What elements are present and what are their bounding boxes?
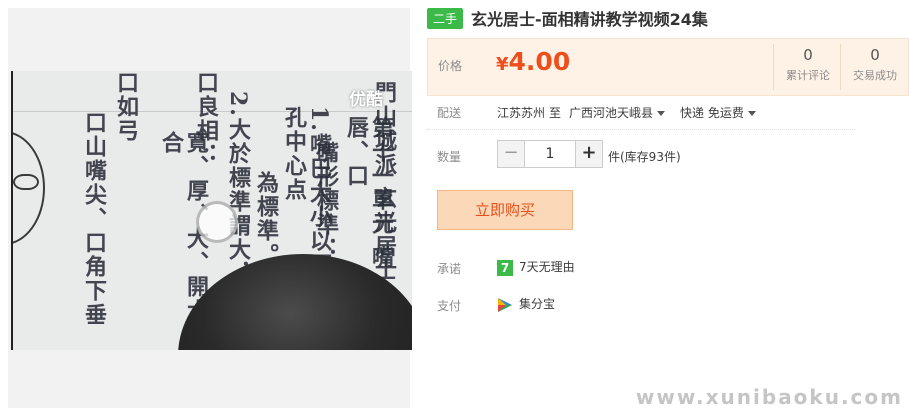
price-panel: 价格 ¥4.00 0 累计评论 0 交易成功 <box>427 38 909 96</box>
reviews-stat[interactable]: 0 累计评论 <box>773 44 842 90</box>
price-value: ¥4.00 <box>496 47 570 76</box>
deals-label: 交易成功 <box>853 69 897 82</box>
delivery-from: 江苏苏州 <box>497 106 546 120</box>
site-watermark: www.xunibaoku.com <box>635 385 903 409</box>
chevron-down-icon <box>657 111 666 116</box>
board-text: 口如弓 <box>113 71 139 143</box>
payment-text: 集分宝 <box>519 297 556 311</box>
seven-day-return-icon: 7 <box>497 259 513 276</box>
play-icon[interactable] <box>196 201 238 243</box>
delivery-to-word: 至 <box>549 106 562 120</box>
promise-item[interactable]: 7 7天无理由 <box>497 258 575 276</box>
eye-drawing <box>13 174 39 190</box>
jifenbao-icon <box>498 297 512 312</box>
shipping-method: 快递 免运费 <box>680 106 744 120</box>
stock-text: 件(库存93件) <box>608 150 681 164</box>
deals-stat: 0 交易成功 <box>840 44 909 90</box>
title-row: 二手 玄光居士-面相精讲教学视频24集 <box>427 7 708 29</box>
delivery-destination: 广西河池天峨县 <box>569 106 654 120</box>
delivery-destination-select[interactable]: 广西河池天峨县 <box>569 104 666 121</box>
reviews-count: 0 <box>803 46 813 64</box>
board-text: 2.大於標準謂大， <box>225 91 251 286</box>
shipping-method-select[interactable]: 快递 免运费 <box>680 104 756 121</box>
price-amount: 4.00 <box>508 47 571 76</box>
divider <box>427 129 855 130</box>
payment-label: 支付 <box>437 299 462 313</box>
delivery-label: 配送 <box>437 106 462 120</box>
quantity-input[interactable]: 1 <box>525 140 575 168</box>
product-gallery: 門山城派 玄光居士 第十一單元 嘴唇、口 嘴形標準： 1.嘴巴大小以兩眼瞳孔中心… <box>8 8 412 408</box>
price-label: 价格 <box>438 59 463 73</box>
quantity-stepper: − 1 + <box>497 140 603 168</box>
promise-label: 承诺 <box>437 262 462 276</box>
board-text: 口山嘴尖、口角下垂 <box>81 111 107 327</box>
product-title: 玄光居士-面相精讲教学视频24集 <box>471 10 708 29</box>
video-thumbnail[interactable]: 門山城派 玄光居士 第十一單元 嘴唇、口 嘴形標準： 1.嘴巴大小以兩眼瞳孔中心… <box>11 71 412 350</box>
increase-button[interactable]: + <box>575 140 603 168</box>
payment-method[interactable]: 集分宝 <box>497 295 555 313</box>
buy-now-button[interactable]: 立即购买 <box>437 190 573 230</box>
chevron-down-icon <box>747 111 756 116</box>
decrease-button[interactable]: − <box>497 140 525 168</box>
reviews-label: 累计评论 <box>786 69 830 82</box>
condition-badge: 二手 <box>427 7 464 29</box>
promise-text: 7天无理由 <box>519 260 575 274</box>
quantity-label: 数量 <box>437 150 462 164</box>
deals-count: 0 <box>870 46 880 64</box>
currency-symbol: ¥ <box>496 54 509 75</box>
player-watermark: 优酷 <box>349 90 383 110</box>
